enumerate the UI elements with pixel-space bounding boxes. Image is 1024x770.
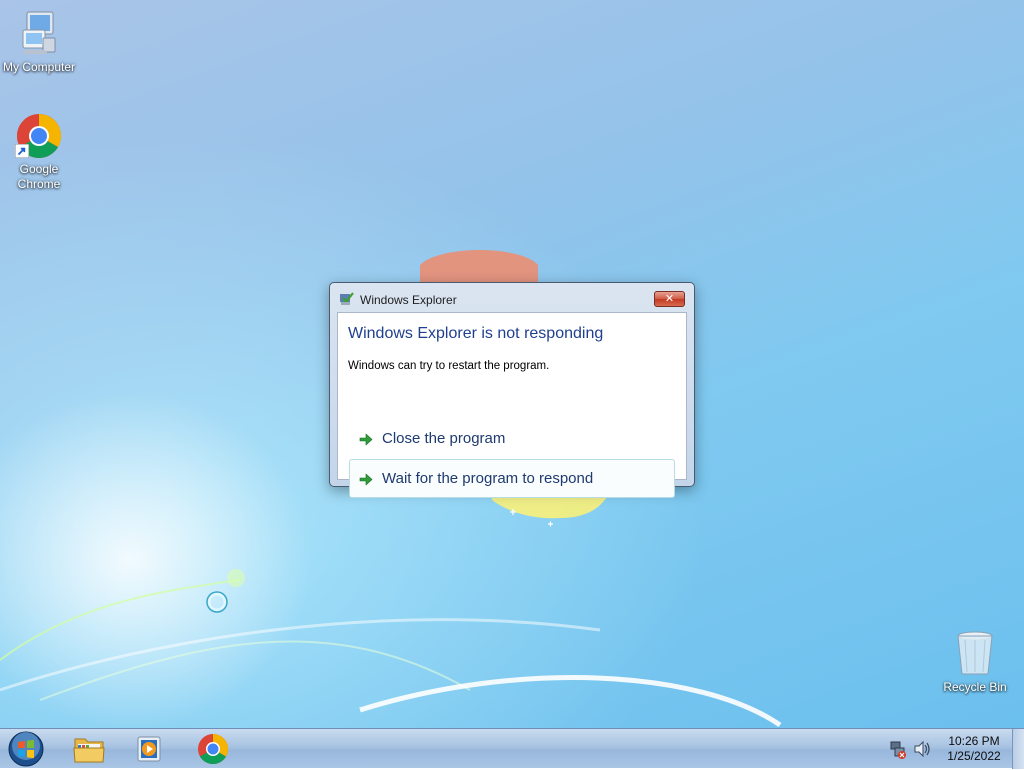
option-label: Close the program: [382, 430, 506, 447]
show-desktop-button[interactable]: [1012, 729, 1024, 769]
chrome-icon: [15, 112, 63, 160]
desktop-icon-label-line: Google: [19, 162, 59, 176]
close-program-option[interactable]: Close the program: [349, 419, 675, 458]
desktop-icon-my-computer[interactable]: My Computer: [0, 10, 79, 75]
option-label: Wait for the program to respond: [382, 470, 594, 487]
not-responding-dialog: Windows Explorer ✕ Windows Explorer is n…: [329, 282, 695, 498]
taskbar-explorer-button[interactable]: [69, 731, 109, 767]
taskbar-chrome-button[interactable]: [193, 731, 233, 767]
chrome-icon: [198, 734, 229, 765]
green-arrow-icon: [359, 433, 373, 446]
close-icon: ✕: [664, 292, 675, 305]
taskbar: 10:26 PM 1/25/2022: [0, 728, 1024, 769]
close-button[interactable]: ✕: [654, 291, 685, 307]
desktop[interactable]: My Computer Google Chrome Recycle Bin Wi…: [0, 0, 1024, 728]
desktop-icon-label-line: Chrome: [17, 177, 61, 191]
dialog-message: Windows can try to restart the program.: [348, 360, 550, 372]
dialog-content: Windows Explorer is not responding Windo…: [337, 312, 687, 498]
dialog-heading: Windows Explorer is not responding: [348, 325, 604, 342]
dialog-title: Windows Explorer: [360, 293, 457, 307]
desktop-icon-recycle-bin[interactable]: Recycle Bin: [935, 630, 1015, 695]
system-clock[interactable]: 10:26 PM 1/25/2022: [932, 734, 1016, 764]
taskbar-media-player-button[interactable]: [130, 731, 170, 767]
clock-date: 1/25/2022: [947, 749, 1001, 763]
shortcut-arrow-icon: [15, 144, 29, 158]
green-arrow-icon: [359, 473, 373, 486]
desktop-icon-label: Recycle Bin: [943, 680, 1007, 694]
desktop-icon-label: My Computer: [2, 60, 76, 74]
recycle-bin-icon: [951, 630, 999, 678]
computer-icon: [15, 10, 63, 58]
wait-for-program-option[interactable]: Wait for the program to respond: [349, 459, 675, 498]
desktop-icon-google-chrome[interactable]: Google Chrome: [0, 112, 79, 192]
windows-explorer-icon: [340, 292, 354, 305]
volume-icon[interactable]: [912, 729, 932, 769]
start-button[interactable]: [6, 730, 46, 768]
folder-icon: [73, 738, 105, 763]
clock-time: 10:26 PM: [948, 734, 1000, 748]
dialog-titlebar[interactable]: Windows Explorer ✕: [330, 283, 694, 311]
media-player-icon: [137, 736, 161, 762]
network-icon[interactable]: [888, 729, 908, 769]
